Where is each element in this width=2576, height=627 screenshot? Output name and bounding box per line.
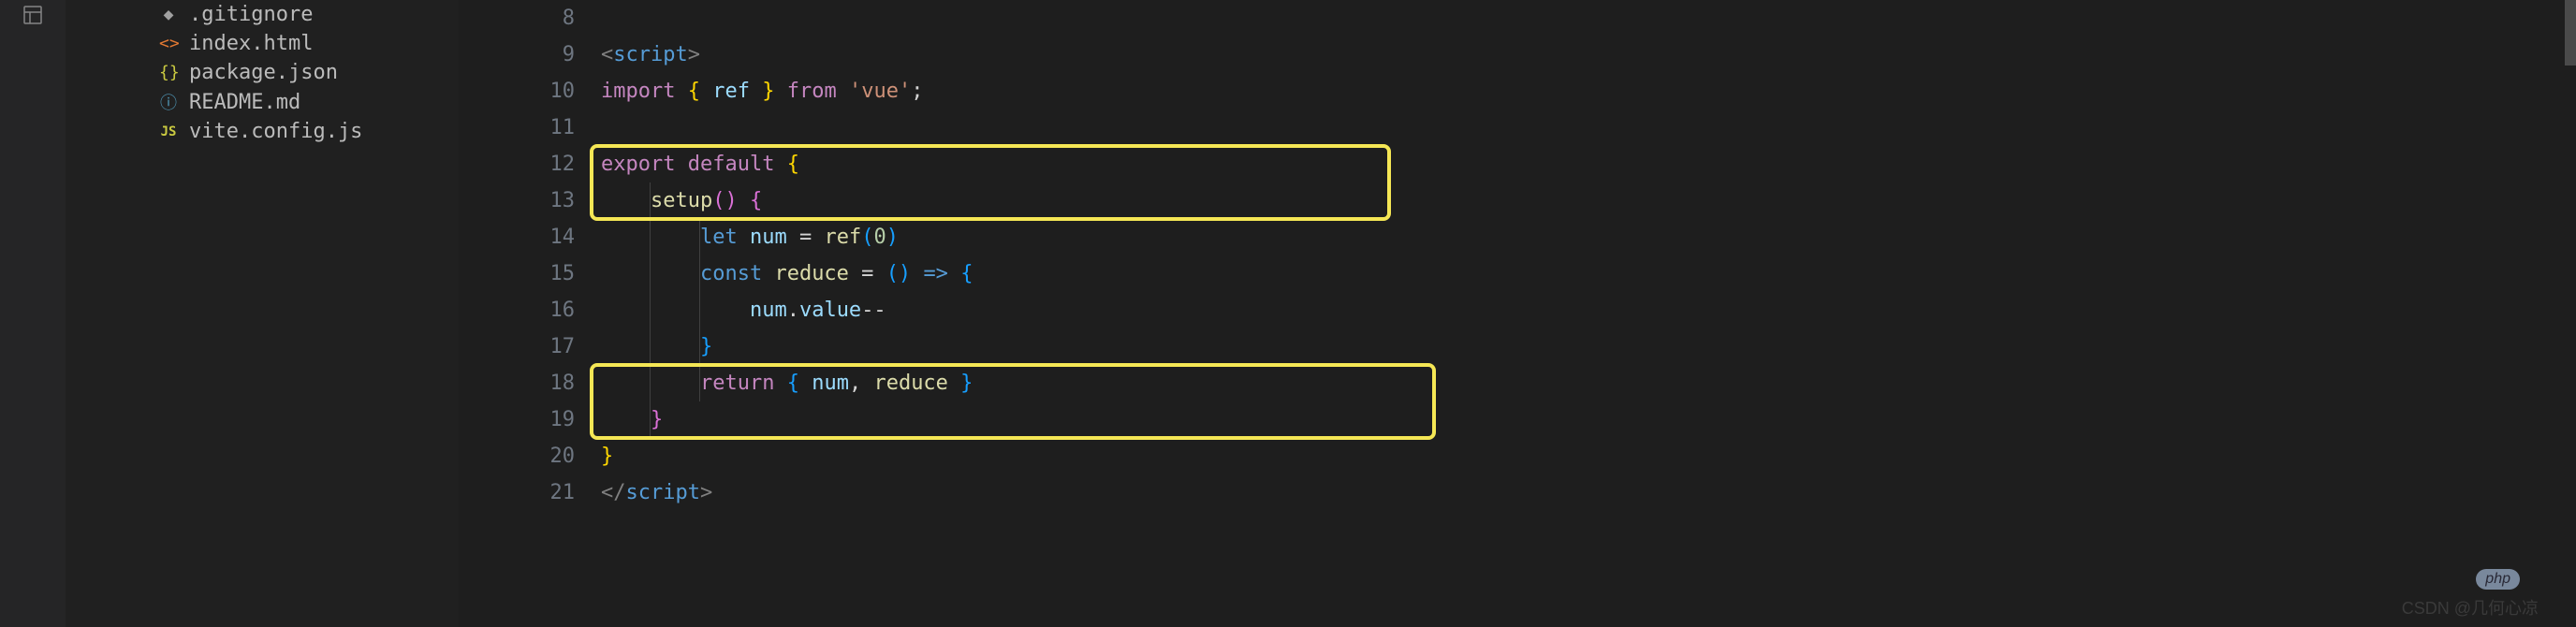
file-name: vite.config.js <box>189 120 362 143</box>
line-number: 20 <box>459 438 575 474</box>
file-item[interactable]: ◆ .gitignore <box>66 0 459 29</box>
activity-bar <box>0 0 66 627</box>
line-number-gutter: 89101112131415161718192021 <box>459 0 592 627</box>
file-explorer: ◆ .gitignore <> index.html {} package.json ⓘ RE… <box>66 0 459 627</box>
code-line[interactable]: const reduce = () => { <box>601 255 2576 292</box>
line-number: 12 <box>459 146 575 182</box>
code-line[interactable]: } <box>601 438 2576 474</box>
line-number: 8 <box>459 0 575 36</box>
line-number: 19 <box>459 401 575 438</box>
line-number: 11 <box>459 109 575 146</box>
file-item[interactable]: ⓘ README.md <box>66 87 459 117</box>
file-icon: <> <box>159 34 178 53</box>
line-number: 21 <box>459 474 575 511</box>
file-name: README.md <box>189 91 300 114</box>
file-item[interactable]: JS vite.config.js <box>66 117 459 146</box>
code-line[interactable]: import { ref } from 'vue'; <box>601 73 2576 109</box>
code-line[interactable]: } <box>601 401 2576 438</box>
line-number: 16 <box>459 292 575 328</box>
code-line[interactable]: </script> <box>601 474 2576 511</box>
code-content[interactable]: <script>import { ref } from 'vue'; export… <box>601 0 2576 511</box>
watermark: CSDN @几何心凉 <box>2402 595 2539 620</box>
code-line[interactable]: <script> <box>601 36 2576 73</box>
file-icon: {} <box>159 63 178 82</box>
code-line[interactable] <box>601 109 2576 146</box>
file-name: .gitignore <box>189 3 313 26</box>
file-name: index.html <box>189 32 313 55</box>
line-number: 14 <box>459 219 575 255</box>
code-line[interactable] <box>601 0 2576 36</box>
line-number: 13 <box>459 182 575 219</box>
file-icon: JS <box>159 124 178 139</box>
file-icon: ◆ <box>159 5 178 24</box>
line-number: 15 <box>459 255 575 292</box>
code-line[interactable]: let num = ref(0) <box>601 219 2576 255</box>
file-name: package.json <box>189 61 338 84</box>
code-line[interactable]: return { num, reduce } <box>601 365 2576 401</box>
minimap[interactable] <box>2555 0 2576 627</box>
layout-icon[interactable] <box>22 4 44 32</box>
code-line[interactable]: } <box>601 328 2576 365</box>
code-line[interactable]: setup() { <box>601 182 2576 219</box>
line-number: 10 <box>459 73 575 109</box>
line-number: 17 <box>459 328 575 365</box>
line-number: 9 <box>459 36 575 73</box>
file-item[interactable]: <> index.html <box>66 29 459 58</box>
line-number: 18 <box>459 365 575 401</box>
php-badge: php <box>2476 569 2520 590</box>
file-item[interactable]: {} package.json <box>66 58 459 87</box>
code-line[interactable]: export default { <box>601 146 2576 182</box>
code-line[interactable]: num.value-- <box>601 292 2576 328</box>
minimap-thumb[interactable] <box>2565 0 2576 66</box>
file-icon: ⓘ <box>159 90 178 114</box>
code-editor[interactable]: 89101112131415161718192021 <script>impor… <box>459 0 2576 627</box>
